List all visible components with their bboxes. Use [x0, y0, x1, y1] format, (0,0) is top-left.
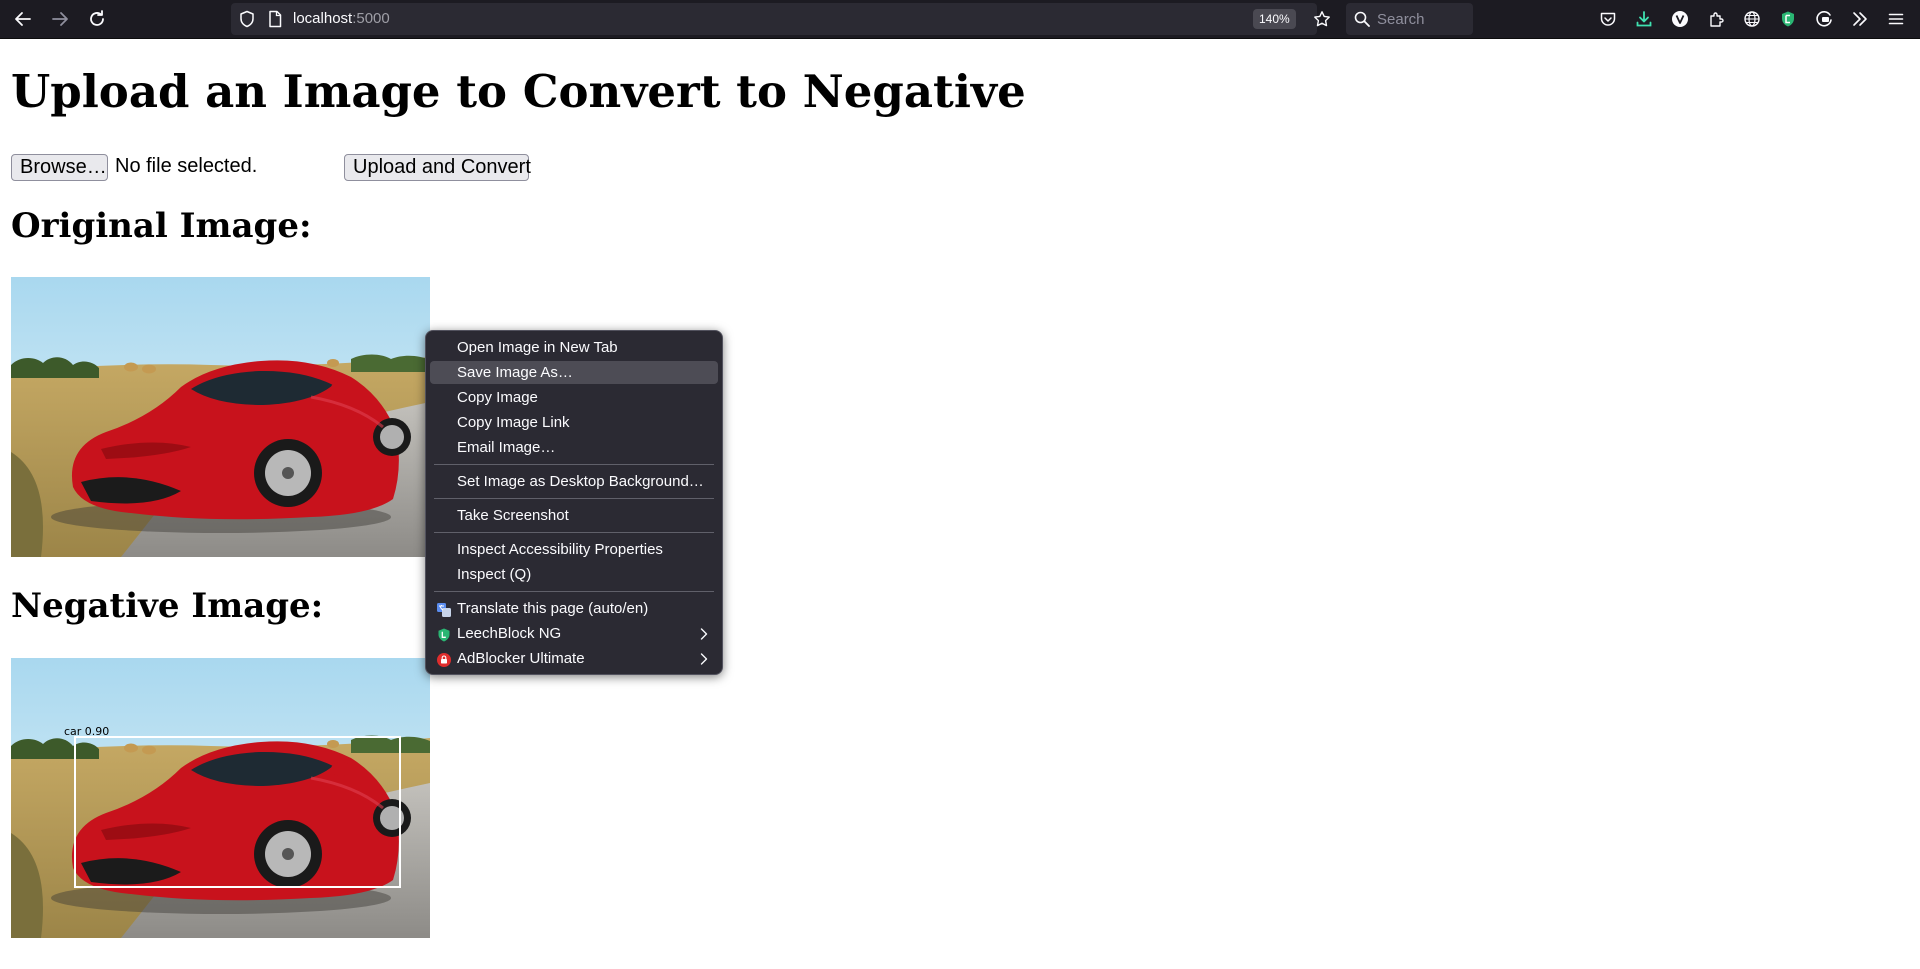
hamburger-menu-icon[interactable]	[1881, 4, 1911, 34]
leechblock-icon	[437, 627, 451, 642]
menu-item-copy-image[interactable]: Copy Image	[430, 386, 718, 409]
adblocker-icon	[437, 652, 451, 667]
url-text[interactable]: localhost:5000	[293, 10, 390, 27]
vpn-icon[interactable]	[1665, 4, 1695, 34]
menu-item-set-desktop-background[interactable]: Set Image as Desktop Background…	[430, 470, 718, 493]
menu-item-inspect[interactable]: Inspect (Q)	[430, 563, 718, 586]
tracking-shield-icon[interactable]	[238, 10, 256, 32]
page-title: Upload an Image to Convert to Negative	[11, 65, 1026, 118]
adblocker-icon[interactable]	[1809, 4, 1839, 34]
zoom-level-badge[interactable]: 140%	[1253, 9, 1296, 29]
menu-separator	[434, 532, 714, 533]
browse-button[interactable]: Browse…	[11, 154, 108, 181]
chevron-double-icon[interactable]	[1845, 4, 1875, 34]
search-box[interactable]: Search	[1346, 3, 1473, 35]
forward-arrow-icon[interactable]	[45, 4, 75, 34]
negative-image-heading: Negative Image:	[11, 586, 324, 626]
upload-convert-button[interactable]: Upload and Convert	[344, 154, 531, 181]
pocket-icon[interactable]	[1593, 4, 1623, 34]
url-host: localhost	[293, 10, 353, 27]
menu-separator	[434, 498, 714, 499]
menu-item-open-image-new-tab[interactable]: Open Image in New Tab	[430, 336, 718, 359]
menu-item-take-screenshot[interactable]: Take Screenshot	[430, 504, 718, 527]
search-icon	[1354, 11, 1370, 31]
extensions-icon[interactable]	[1701, 4, 1731, 34]
file-status-text: No file selected.	[115, 155, 258, 177]
translate-icon	[437, 602, 451, 617]
page-info-icon[interactable]	[267, 10, 283, 32]
chevron-right-icon	[700, 626, 708, 640]
chevron-right-icon	[700, 651, 708, 665]
negative-image[interactable]	[11, 658, 430, 938]
menu-item-adblocker-ultimate[interactable]: AdBlocker Ultimate	[430, 647, 718, 670]
leechblock-icon[interactable]	[1773, 4, 1803, 34]
menu-item-translate-page[interactable]: Translate this page (auto/en)	[430, 597, 718, 620]
original-image[interactable]	[11, 277, 430, 557]
menu-item-inspect-accessibility[interactable]: Inspect Accessibility Properties	[430, 538, 718, 561]
menu-item-copy-image-link[interactable]: Copy Image Link	[430, 411, 718, 434]
menu-separator	[434, 464, 714, 465]
menu-item-save-image-as[interactable]: Save Image As…	[430, 361, 718, 384]
image-context-menu: Open Image in New Tab Save Image As… Cop…	[425, 330, 723, 675]
menu-item-email-image[interactable]: Email Image…	[430, 436, 718, 459]
original-image-heading: Original Image:	[11, 206, 312, 246]
menu-separator	[434, 591, 714, 592]
reload-icon[interactable]	[82, 4, 112, 34]
detection-label: car 0.90	[64, 725, 110, 738]
url-bar[interactable]: localhost:5000 140%	[231, 3, 1330, 35]
browser-toolbar: localhost:5000 140% Search	[0, 0, 1920, 39]
download-icon[interactable]	[1629, 4, 1659, 34]
url-port: :5000	[352, 10, 390, 27]
search-placeholder: Search	[1377, 11, 1425, 28]
back-arrow-icon[interactable]	[8, 4, 38, 34]
translate-icon[interactable]	[1737, 4, 1767, 34]
star-icon[interactable]	[1313, 10, 1331, 32]
menu-item-leechblock[interactable]: LeechBlock NG	[430, 622, 718, 645]
